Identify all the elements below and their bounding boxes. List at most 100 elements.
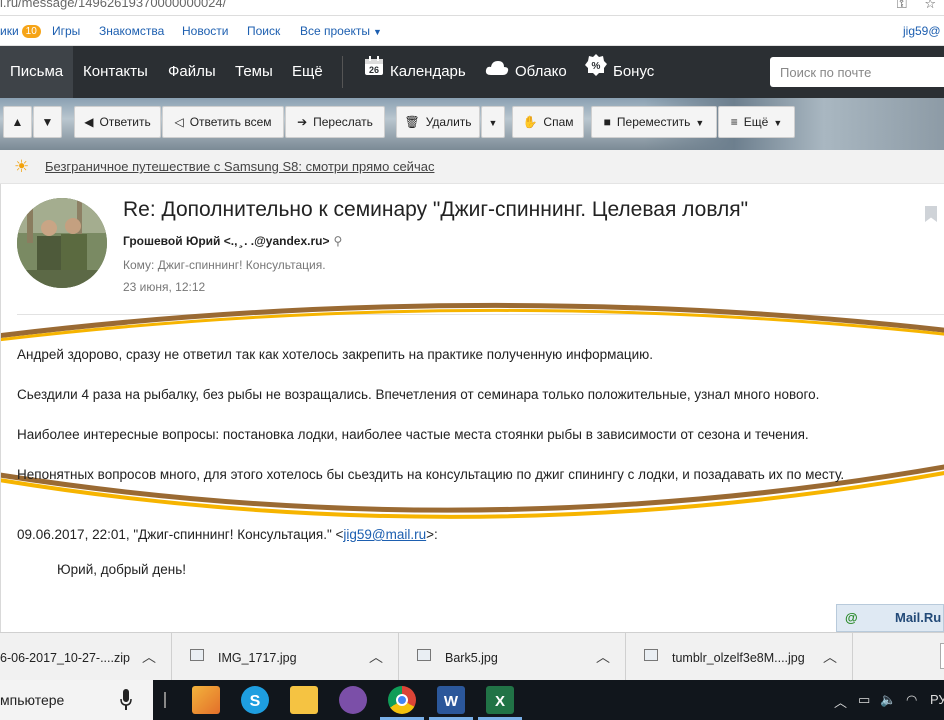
arrow-down-icon: ▼ xyxy=(41,115,54,129)
main-navigation: Письма Контакты Файлы Темы Ещё 26 Календ… xyxy=(0,46,944,98)
letter-date: 23 июня, 12:12 xyxy=(123,280,206,294)
project-link-news[interactable]: Новости xyxy=(182,24,228,38)
sun-icon: ☀ xyxy=(14,157,30,176)
svg-text:X: X xyxy=(495,693,505,710)
search-icon[interactable]: ⚲ xyxy=(333,234,342,248)
spam-button[interactable]: ✋ Спам xyxy=(512,106,584,138)
nav-themes[interactable]: Темы xyxy=(235,46,273,98)
svg-text:S: S xyxy=(250,693,261,710)
browser-address-bar[interactable]: i.ru/message/14962619370000000024/ ⚿ ☆ xyxy=(0,0,944,16)
promo-link[interactable]: Безграничное путешествие с Samsung S8: с… xyxy=(45,159,434,174)
viber-icon[interactable] xyxy=(339,686,367,714)
address-url[interactable]: i.ru/message/14962619370000000024/ xyxy=(0,0,226,10)
prev-letter-button[interactable]: ▲ xyxy=(3,106,32,138)
sender-avatar[interactable] xyxy=(17,198,107,288)
taskbar-search[interactable]: мпьютере xyxy=(0,680,153,720)
nav-divider xyxy=(342,56,343,88)
folder-app-icon[interactable] xyxy=(192,686,220,714)
project-link-search[interactable]: Поиск xyxy=(247,24,280,38)
nav-files[interactable]: Файлы xyxy=(168,46,216,98)
wifi-icon[interactable]: ◠ xyxy=(906,692,917,708)
task-view-icon[interactable] xyxy=(164,692,166,708)
chevron-down-icon: ▼ xyxy=(373,27,382,37)
nav-mail[interactable]: Письма xyxy=(0,46,74,98)
move-button[interactable]: ■ Переместить ▼ xyxy=(591,106,717,138)
body-paragraph: Андрей здорово, сразу не ответил так как… xyxy=(17,347,654,362)
arrow-up-icon: ▲ xyxy=(11,115,24,129)
svg-text:26: 26 xyxy=(369,65,379,75)
project-link-all[interactable]: Все проекты ▼ xyxy=(300,24,382,38)
language-indicator[interactable]: РУ xyxy=(930,692,944,707)
microphone-icon[interactable] xyxy=(120,689,132,711)
folder-icon: ■ xyxy=(603,115,611,129)
quote-body: Юрий, добрый день! xyxy=(57,562,186,577)
reply-icon: ◀ xyxy=(84,115,94,129)
letter-recipient: Кому: Джиг-спиннинг! Консультация. xyxy=(123,258,326,272)
highlight-ellipse xyxy=(1,302,944,519)
calendar-icon: 26 xyxy=(364,46,384,98)
chevron-down-icon: ▼ xyxy=(488,118,498,128)
word-icon[interactable]: W xyxy=(437,686,465,714)
chevron-up-icon[interactable]: ︿ xyxy=(369,647,383,667)
chrome-icon[interactable] xyxy=(388,686,416,714)
image-file-icon xyxy=(417,649,431,661)
nav-bonus[interactable]: % Бонус xyxy=(585,46,654,98)
cloud-icon xyxy=(485,46,509,98)
body-paragraph: Непонятных вопросов много, для этого хот… xyxy=(17,467,845,482)
download-item[interactable]: 6-06-2017_10-27-....zip ︿ xyxy=(0,633,172,681)
at-icon: @ xyxy=(845,610,858,625)
mailru-agent-widget[interactable]: @ Mail.Ru xyxy=(836,604,944,632)
projects-bar: ики 10 Игры Знакомства Новости Поиск Все … xyxy=(0,16,944,46)
chevron-down-icon: ▼ xyxy=(773,118,783,128)
chevron-up-icon[interactable]: ︿ xyxy=(823,647,837,667)
project-link-games[interactable]: Игры xyxy=(52,24,80,38)
bookmark-icon[interactable] xyxy=(925,206,937,222)
quote-header: 09.06.2017, 22:01, "Джиг-спиннинг! Консу… xyxy=(17,527,438,542)
promo-banner: ☀ Безграничное путешествие с Samsung S8:… xyxy=(0,150,944,184)
delete-button[interactable]: 🗑 Удалить xyxy=(396,106,480,138)
windows-taskbar: мпьютере S W X ︿ ▭ 🔈 ◠ РУ xyxy=(0,680,944,720)
chevron-up-icon[interactable]: ︿ xyxy=(596,647,610,667)
image-file-icon xyxy=(644,649,658,661)
mail-app-window: i.ru/message/14962619370000000024/ ⚿ ☆ и… xyxy=(0,0,944,720)
nav-contacts[interactable]: Контакты xyxy=(83,46,148,98)
explorer-icon[interactable] xyxy=(290,686,318,714)
show-all-downloads-button[interactable] xyxy=(940,643,944,669)
body-paragraph: Сьездили 4 раза на рыбалку, без рыбы не … xyxy=(17,387,820,402)
more-actions-button[interactable]: ≡ Ещё ▼ xyxy=(718,106,795,138)
delete-options-button[interactable]: ▼ xyxy=(481,106,505,138)
battery-icon[interactable]: ▭ xyxy=(858,692,870,708)
star-icon[interactable]: ☆ xyxy=(924,0,936,11)
chevron-up-icon[interactable]: ︿ xyxy=(142,647,156,667)
downloads-bar: 6-06-2017_10-27-....zip ︿ IMG_1717.jpg ︿… xyxy=(0,632,944,681)
forward-button[interactable]: ➔ Переслать xyxy=(285,106,385,138)
download-item[interactable]: tumblr_olzelf3e8M....jpg ︿ xyxy=(626,633,853,681)
nav-more[interactable]: Ещё xyxy=(292,46,323,98)
download-item[interactable]: Bark5.jpg ︿ xyxy=(399,633,626,681)
reply-button[interactable]: ◀ Ответить xyxy=(74,106,161,138)
body-paragraph: Наиболее интересные вопросы: постановка … xyxy=(17,427,809,442)
tray-chevron-up-icon[interactable]: ︿ xyxy=(834,692,847,711)
volume-icon[interactable]: 🔈 xyxy=(880,692,896,708)
project-link-1[interactable]: ики 10 xyxy=(0,24,41,38)
nav-calendar[interactable]: 26 Календарь xyxy=(364,46,466,98)
key-icon[interactable]: ⚿ xyxy=(897,0,907,11)
chevron-down-icon: ▼ xyxy=(695,118,705,128)
next-letter-button[interactable]: ▼ xyxy=(33,106,62,138)
letter-subject: Re: Дополнительно к семинару "Джиг-спинн… xyxy=(123,198,749,221)
forward-icon: ➔ xyxy=(297,115,308,129)
user-email-link[interactable]: jig59@ xyxy=(903,24,941,38)
excel-icon[interactable]: X xyxy=(486,686,514,714)
menu-icon: ≡ xyxy=(730,115,738,129)
quote-email-link[interactable]: jig59@mail.ru xyxy=(343,527,426,542)
image-file-icon xyxy=(190,649,204,661)
reply-all-button[interactable]: ◁ Ответить всем xyxy=(162,106,284,138)
letter-sender[interactable]: Грошевой Юрий <., ̧ . .@yandex.ru> ⚲ xyxy=(123,234,342,248)
skype-icon[interactable]: S xyxy=(241,686,269,714)
project-link-dating[interactable]: Знакомства xyxy=(99,24,164,38)
reply-all-icon: ◁ xyxy=(174,115,184,129)
mail-search-input[interactable] xyxy=(770,57,944,87)
svg-text:%: % xyxy=(592,61,601,72)
nav-cloud[interactable]: Облако xyxy=(485,46,567,98)
download-item[interactable]: IMG_1717.jpg ︿ xyxy=(172,633,399,681)
